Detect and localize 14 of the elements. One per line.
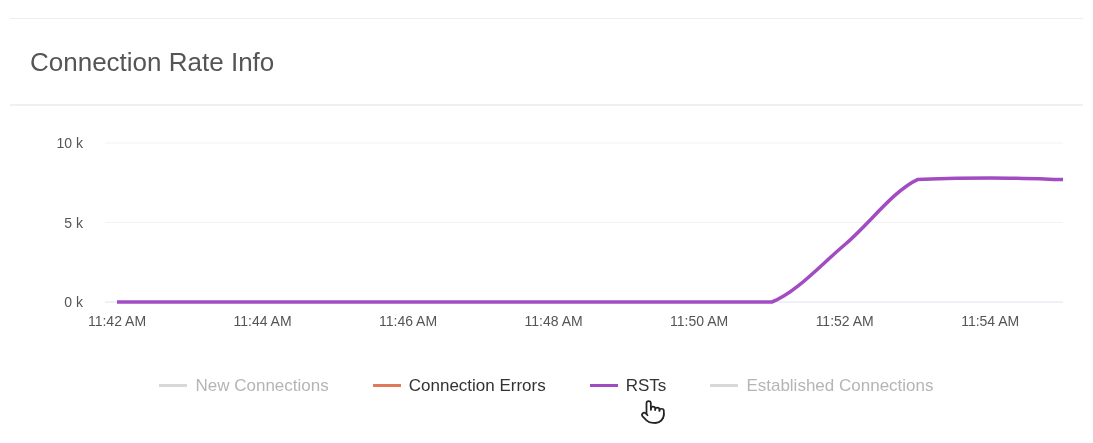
x-tick-label: 11:54 AM <box>961 313 1020 329</box>
hand-cursor-icon <box>640 397 666 427</box>
x-tick-label: 11:46 AM <box>379 313 438 329</box>
y-tick-label: 10 k <box>56 135 83 151</box>
y-tick-label: 0 k <box>64 294 83 310</box>
x-tick-label: 11:48 AM <box>524 313 583 329</box>
x-tick-label: 11:42 AM <box>87 313 147 329</box>
legend-item[interactable]: RSTs <box>589 373 667 399</box>
legend-item[interactable]: Connection Errors <box>372 373 546 399</box>
x-tick-label: 11:52 AM <box>815 313 874 329</box>
x-tick-label: 11:44 AM <box>233 313 292 329</box>
panel-title: Connection Rate Info <box>30 47 275 77</box>
y-tick-label: 5 k <box>64 214 83 231</box>
x-tick-label: 11:50 AM <box>670 313 729 329</box>
